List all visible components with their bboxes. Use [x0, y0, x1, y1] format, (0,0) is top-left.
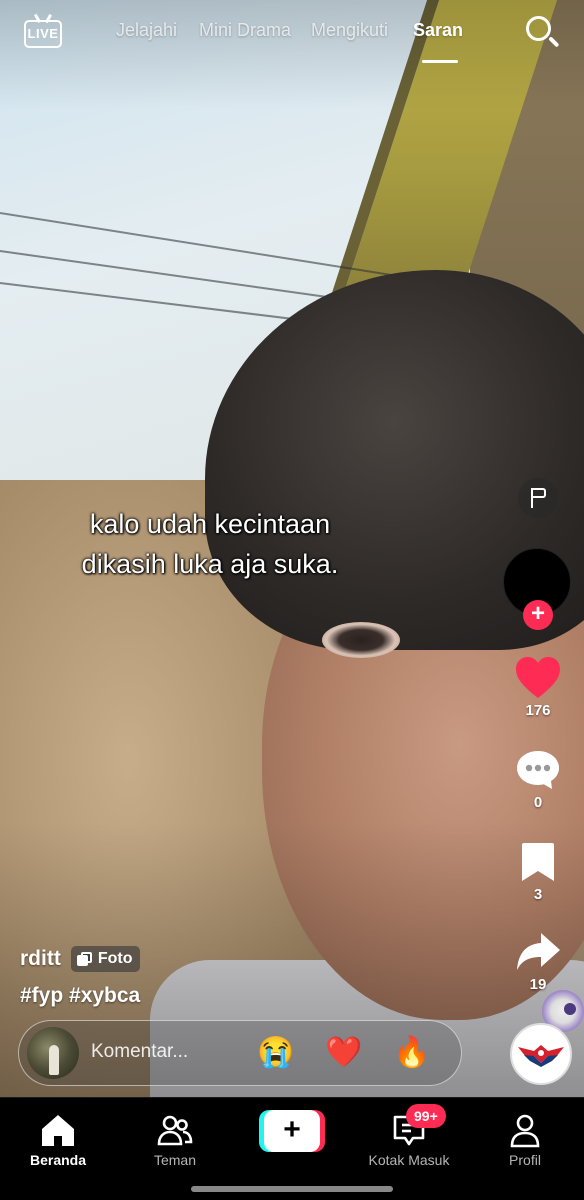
sound-logo-icon: [514, 1027, 568, 1081]
flag-icon-cloth: [532, 488, 546, 498]
feed-tabs: Jelajahi Mini Drama Mengikuti Saran: [0, 20, 584, 60]
photo-stack-icon: [76, 952, 93, 966]
post-overlay-text: kalo udah kecintaan dikasih luka aja suk…: [20, 504, 400, 584]
emoji-heart-button[interactable]: ❤️: [325, 1035, 362, 1071]
photo-type-label: Foto: [97, 950, 133, 967]
active-tab-indicator: [422, 60, 458, 63]
bookmark-icon: [514, 840, 562, 884]
tab-mengikuti[interactable]: Mengikuti: [311, 20, 388, 41]
heart-icon: [514, 656, 562, 700]
comment-input[interactable]: Komentar...: [91, 1041, 188, 1063]
author-name[interactable]: rditt: [20, 947, 61, 971]
share-button[interactable]: 19: [508, 930, 568, 993]
top-nav: LIVE Jelajahi Mini Drama Mengikuti Saran: [0, 0, 584, 70]
bookmark-count: 3: [533, 886, 543, 903]
comment-icon: [514, 748, 562, 792]
photo-type-badge: Foto: [70, 946, 141, 972]
comment-input-bar[interactable]: Komentar... 😭 ❤️ 🔥: [18, 1020, 462, 1086]
nav-teman-label: Teman: [153, 1152, 197, 1168]
nav-beranda-label: Beranda: [29, 1152, 87, 1168]
like-count: 176: [525, 702, 551, 719]
comment-count: 0: [533, 794, 543, 811]
nav-teman[interactable]: Teman: [120, 1112, 230, 1168]
overlay-line: dikasih luka aja suka.: [81, 549, 339, 579]
like-button[interactable]: 176: [508, 656, 568, 719]
overlay-line: kalo udah kecintaan: [89, 509, 331, 539]
nav-profil[interactable]: Profil: [470, 1112, 580, 1168]
home-indicator[interactable]: [191, 1186, 393, 1192]
search-icon: [526, 16, 551, 41]
friends-icon: [157, 1112, 193, 1148]
sound-disc[interactable]: [510, 1023, 572, 1085]
comment-button[interactable]: 0: [508, 748, 568, 811]
post-hashtags[interactable]: #fyp #xybca: [20, 984, 140, 1008]
author-avatar-group: +: [503, 548, 571, 630]
plus-icon: +: [264, 1110, 320, 1152]
emoji-fire-button[interactable]: 🔥: [393, 1035, 430, 1071]
share-icon: [514, 930, 562, 974]
sticker-icon-dot: [564, 1003, 576, 1015]
tab-saran[interactable]: Saran: [413, 20, 463, 41]
bottom-nav: Beranda Teman + Kotak Masuk Profil: [0, 1097, 584, 1200]
create-button[interactable]: +: [259, 1110, 325, 1152]
search-button[interactable]: [524, 14, 560, 50]
avatar-figure: [49, 1045, 59, 1075]
nav-beranda[interactable]: Beranda: [3, 1112, 113, 1168]
emoji-crying-button[interactable]: 😭: [257, 1035, 294, 1071]
bookmark-button[interactable]: 3: [508, 840, 568, 903]
nav-kotak-masuk-label: Kotak Masuk: [368, 1152, 450, 1168]
follow-button[interactable]: +: [523, 600, 553, 630]
tab-mini-drama[interactable]: Mini Drama: [199, 20, 291, 41]
author-row: rditt Foto: [20, 942, 141, 976]
nav-profil-label: Profil: [509, 1152, 541, 1168]
inbox-badge: 99+: [406, 1104, 446, 1128]
home-icon: [40, 1112, 76, 1148]
profile-icon: [507, 1112, 543, 1148]
search-icon-handle: [548, 36, 560, 48]
report-button[interactable]: [518, 478, 558, 518]
user-avatar: [27, 1027, 79, 1079]
tab-jelajahi[interactable]: Jelajahi: [116, 20, 177, 41]
